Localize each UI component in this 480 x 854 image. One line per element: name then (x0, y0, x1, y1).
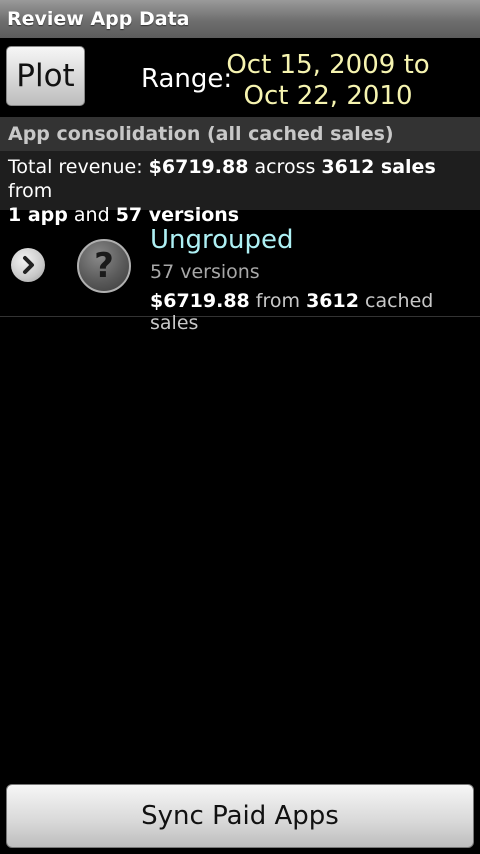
section-title: App consolidation (all cached sales) (8, 123, 394, 145)
summary-from: from (8, 180, 53, 202)
app-name: Ungrouped (150, 225, 294, 255)
summary-revenue: $6719.88 (148, 156, 249, 178)
app-from: from (249, 290, 307, 312)
plot-button[interactable]: Plot (6, 46, 85, 106)
summary-across: across (248, 156, 322, 178)
app-sales: $6719.88 from 3612 cached sales (150, 290, 480, 334)
summary-sales: 3612 sales (321, 156, 436, 178)
app-versions: 57 versions (150, 261, 260, 283)
page-title: Review App Data (7, 8, 190, 30)
sync-paid-apps-button[interactable]: Sync Paid Apps (6, 784, 474, 848)
chevron-right-icon (23, 256, 34, 274)
range-label: Range: (141, 64, 233, 94)
range-value[interactable]: Oct 15, 2009 to Oct 22, 2010 (226, 50, 430, 112)
app-sales-count: 3612 (306, 290, 359, 312)
title-bar: Review App Data (0, 0, 480, 38)
list-item-app[interactable]: ? Ungrouped 57 versions $6719.88 from 36… (0, 211, 480, 334)
revenue-summary: Total revenue: $6719.88 across 3612 sale… (0, 151, 480, 226)
summary-prefix: Total revenue: (8, 156, 149, 178)
section-header: App consolidation (all cached sales) (0, 117, 480, 151)
range-end: Oct 22, 2010 (243, 81, 413, 111)
question-mark-icon: ? (77, 239, 131, 293)
expand-button[interactable] (11, 248, 45, 282)
app-revenue: $6719.88 (150, 290, 250, 312)
range-start: Oct 15, 2009 to (226, 50, 430, 80)
